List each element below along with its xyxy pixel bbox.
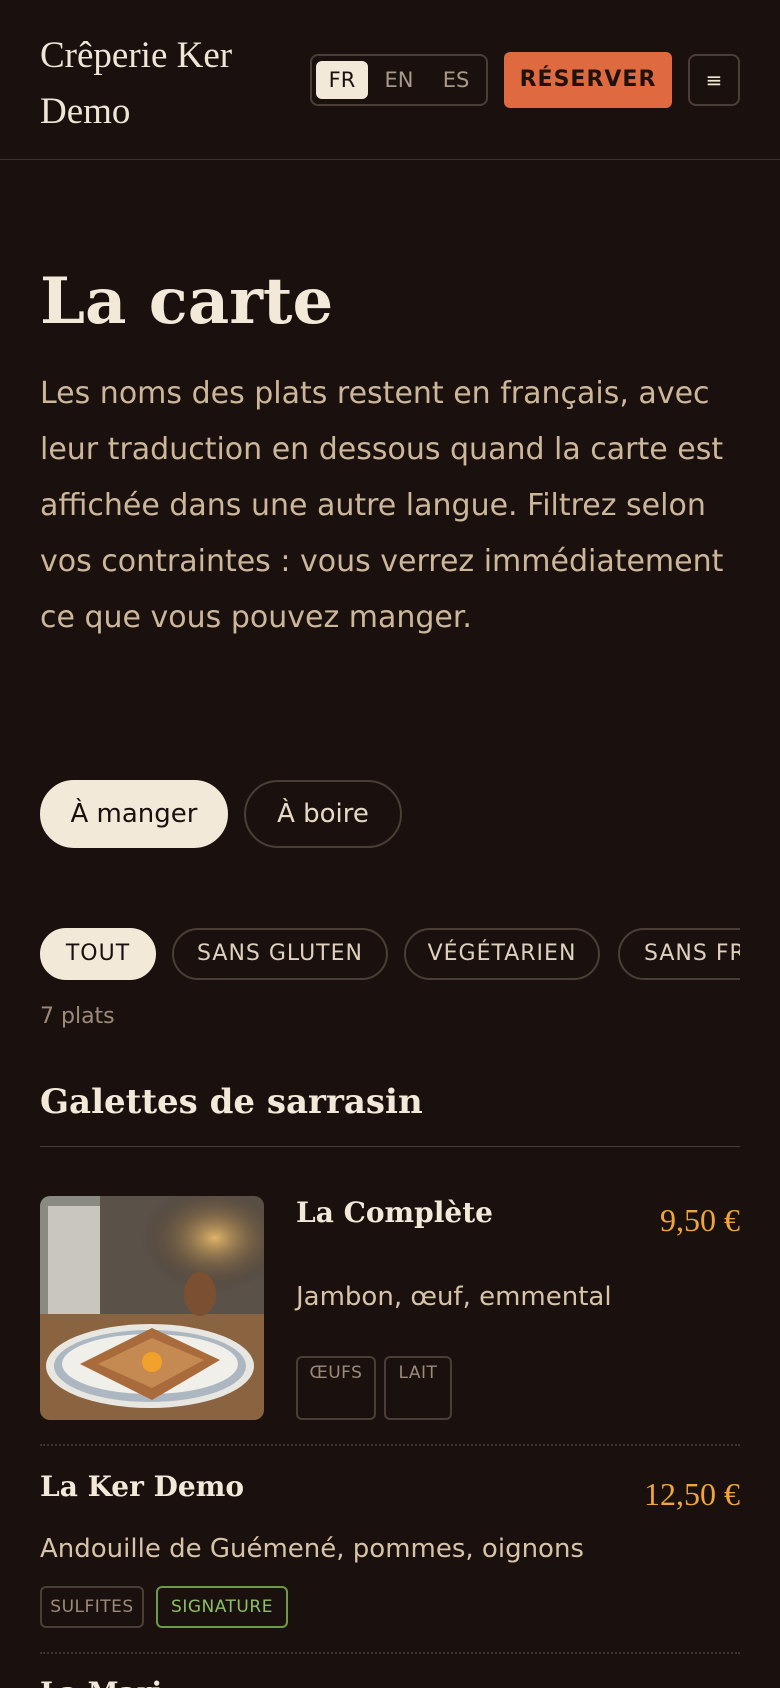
diet-filter-bar[interactable]: TOUT SANS GLUTEN VÉGÉTARIEN SANS FR	[40, 928, 740, 980]
tab-drinks[interactable]: À boire	[244, 780, 402, 848]
lang-en-button[interactable]: EN	[372, 61, 426, 99]
brand-name[interactable]: Crêperie Ker Demo	[40, 28, 280, 140]
dish-name: La Complète	[296, 1196, 493, 1229]
dish-name: La Mari	[40, 1676, 162, 1688]
section-divider	[40, 1146, 740, 1147]
dish-description: Andouille de Guémené, pommes, oignons	[40, 1534, 584, 1564]
page-title: La carte	[40, 264, 334, 339]
allergen-tag: SULFITES	[40, 1586, 144, 1628]
dish-count: 7 plats	[40, 1004, 115, 1029]
signature-badge: SIGNATURE	[156, 1586, 288, 1628]
dish-description: Jambon, œuf, emmental	[296, 1282, 612, 1312]
dish-name: La Ker Demo	[40, 1470, 245, 1503]
reserve-button[interactable]: RÉSERVER	[504, 52, 672, 108]
site-header: Crêperie Ker Demo FR EN ES RÉSERVER ≡	[0, 0, 780, 160]
dish-photo	[40, 1196, 264, 1420]
dish-price: 9,50 €	[660, 1202, 740, 1238]
dish-price: 12,50 €	[644, 1476, 740, 1512]
dish-divider	[40, 1444, 740, 1446]
dish-divider	[40, 1652, 740, 1654]
filter-all[interactable]: TOUT	[40, 928, 156, 980]
lang-es-button[interactable]: ES	[430, 61, 482, 99]
filter-partial[interactable]: SANS FR	[618, 928, 740, 980]
section-title: Galettes de sarrasin	[40, 1082, 423, 1122]
hamburger-menu-icon[interactable]: ≡	[688, 54, 740, 106]
allergen-tag: LAIT	[384, 1356, 452, 1420]
filter-vegetarian[interactable]: VÉGÉTARIEN	[404, 928, 600, 980]
allergen-tag: ŒUFS	[296, 1356, 376, 1420]
tab-food[interactable]: À manger	[40, 780, 228, 848]
language-switcher: FR EN ES	[310, 54, 488, 106]
intro-text: Les noms des plats restent en français, …	[40, 376, 724, 635]
filter-gluten-free[interactable]: SANS GLUTEN	[172, 928, 388, 980]
lang-fr-button[interactable]: FR	[316, 61, 368, 99]
